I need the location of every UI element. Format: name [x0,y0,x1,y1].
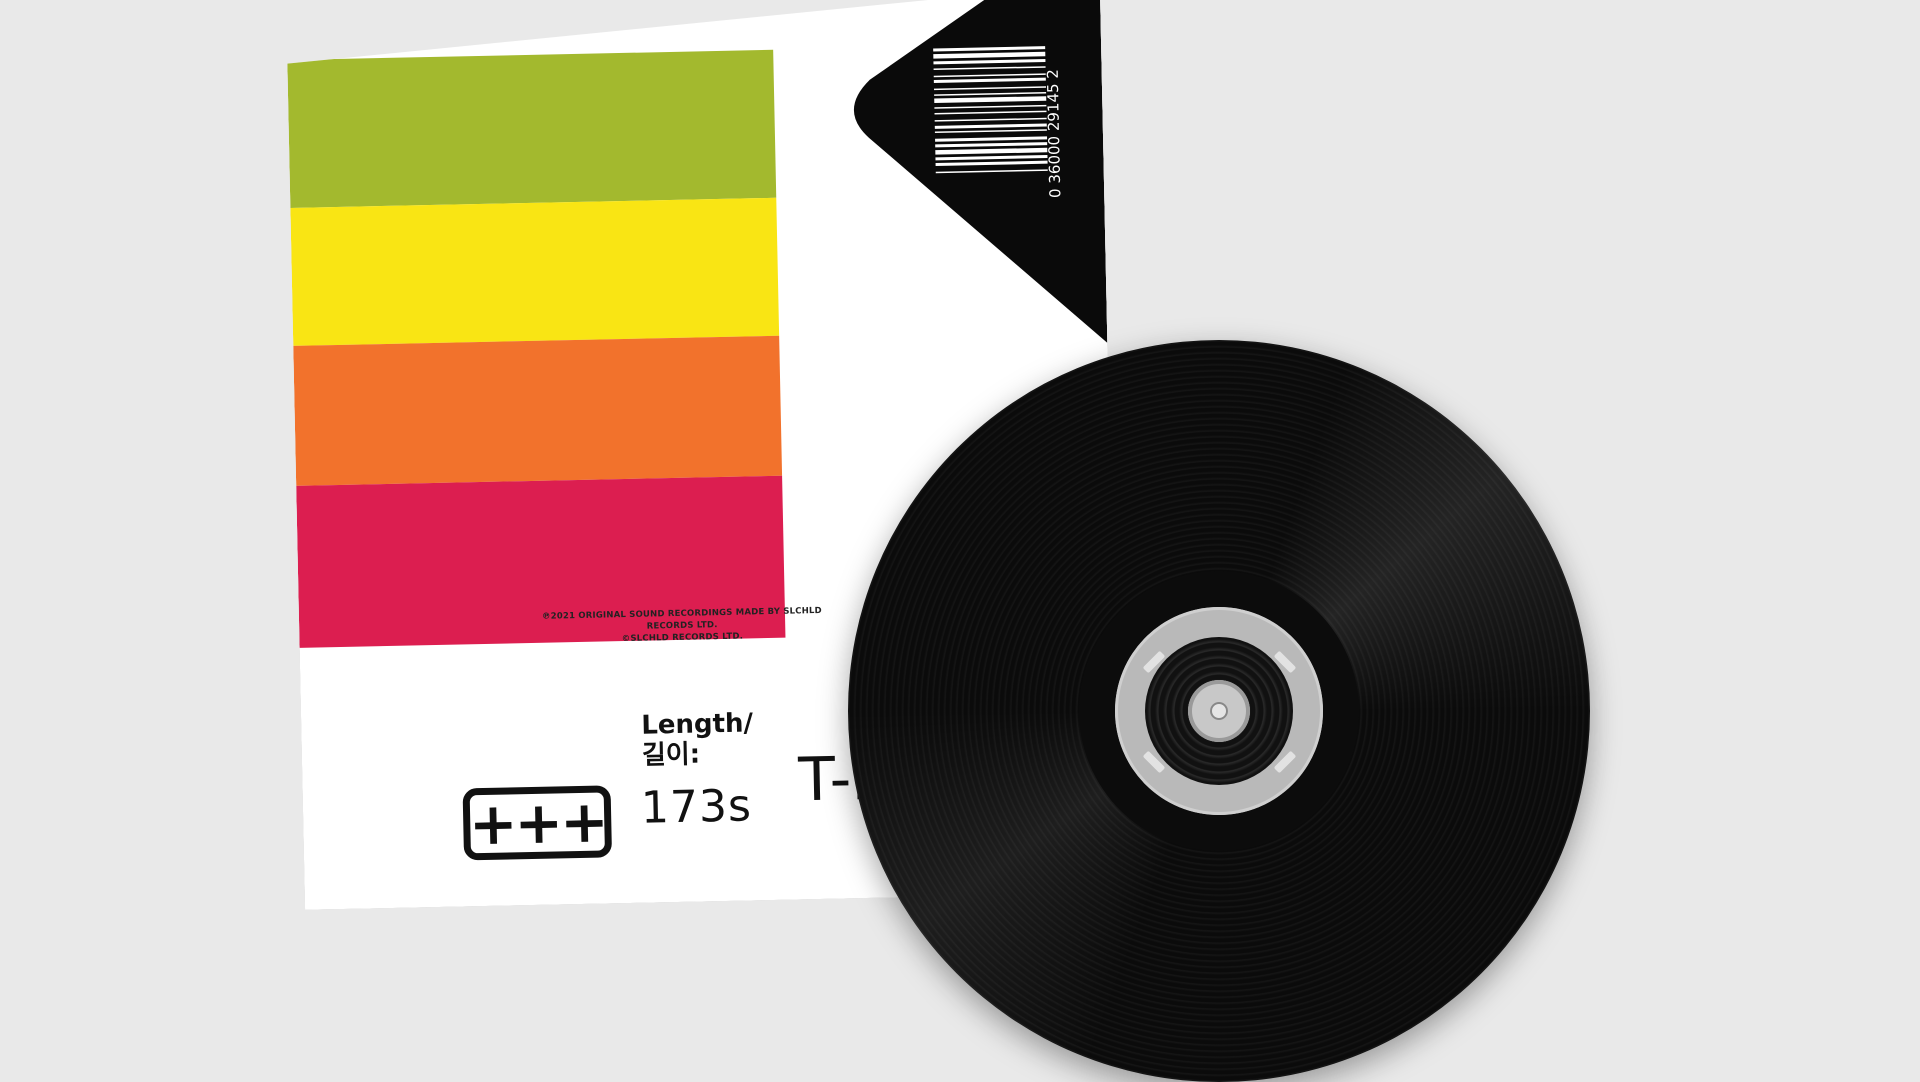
length-label-ko: 길이: [641,739,701,771]
copyright-notice: ℗2021 ORIGINAL SOUND RECORDINGS MADE BY … [517,604,848,647]
stripe-green [287,50,776,208]
spindle-hole [1210,702,1228,720]
stripe-orange [293,336,782,486]
plus-logo-badge: +++ [463,785,612,860]
color-stripes [287,50,785,648]
barcode-panel: 0 36000 29145 2 [806,0,1107,349]
album-scene: 0 36000 29145 2 ℗2021 ORIGINAL SOUND REC… [0,0,1920,1082]
length-label-en: Length/ [640,708,754,741]
vinyl-record [848,340,1590,1082]
stripe-yellow [290,198,779,346]
length-value: 173s [640,780,753,834]
barcode-number: 0 36000 29145 2 [1044,69,1065,198]
length-label: Length/ 길이: [641,708,754,770]
